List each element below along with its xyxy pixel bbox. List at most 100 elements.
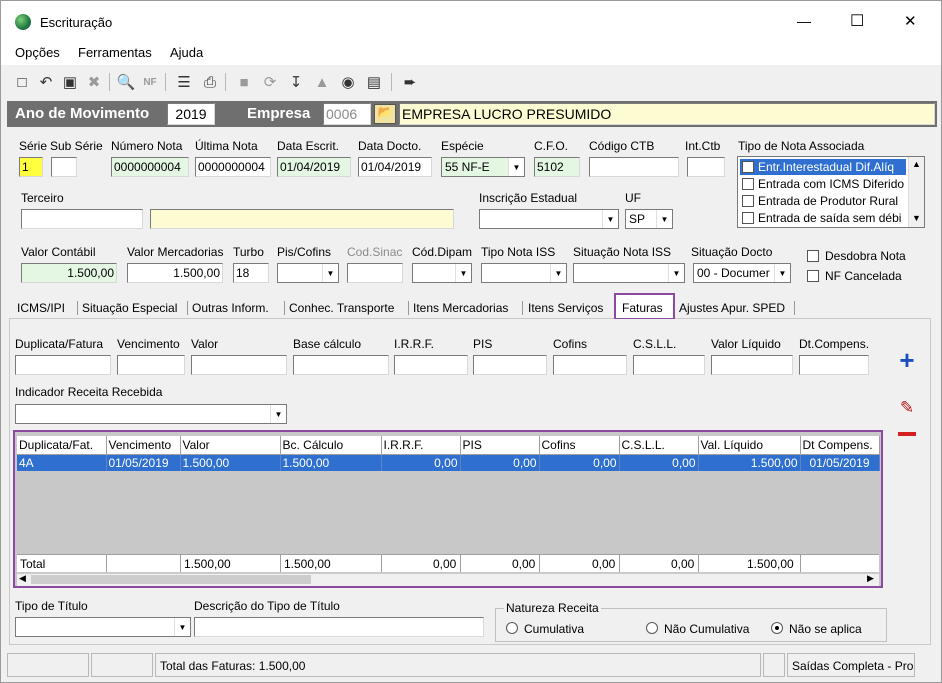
chevron-down-icon[interactable]: ▼ [322,264,338,282]
chevron-down-icon[interactable]: ▼ [602,210,618,228]
col-header[interactable]: Vencimento [106,436,181,455]
chevron-down-icon[interactable]: ▼ [270,405,286,423]
money-bag-icon[interactable]: ◉ [337,71,359,93]
pis-input[interactable] [473,355,547,375]
vencimento-input[interactable] [117,355,185,375]
edit-pencil-icon[interactable]: ✎ [894,397,920,419]
data-docto-input[interactable]: 01/04/2019 [358,157,432,177]
inscricao-select[interactable]: ▼ [479,209,619,229]
minimize-button[interactable]: — [797,13,811,29]
situacao-docto-select[interactable]: 00 - Documer ▼ [693,263,791,283]
col-header[interactable]: Val. Líquido [698,436,801,455]
checkbox[interactable] [742,212,754,224]
undo-icon[interactable]: ↶ [35,71,57,93]
nf-cancelada-checkbox[interactable] [807,270,819,282]
tree-gray-icon[interactable]: ▲ [311,71,333,93]
tab-faturas[interactable]: Faturas [622,298,663,318]
scroll-down-icon[interactable]: ▼ [912,213,921,223]
tipo-nota-iss-select[interactable]: ▼ [481,263,567,283]
save-icon[interactable]: ▣ [59,71,81,93]
radio-nao-cumulativa[interactable] [646,622,658,634]
faturas-grid[interactable]: Duplicata/Fat. Vencimento Valor Bc. Cálc… [17,436,880,471]
tipo-nota-assoc-list[interactable]: Entr.Interestadual Dif.Alíq Entrada com … [737,156,925,228]
scroll-left-icon[interactable]: ◀ [19,573,26,584]
chevron-down-icon[interactable]: ▼ [774,264,790,282]
print-icon[interactable]: ⎙ [199,71,221,93]
chevron-down-icon[interactable]: ▼ [455,264,471,282]
preview-icon[interactable]: 🔍 [115,71,137,93]
csll-input[interactable] [633,355,705,375]
base-calculo-input[interactable] [293,355,389,375]
valor-input[interactable] [191,355,287,375]
tab-situacao-especial[interactable]: Situação Especial [82,298,177,318]
irrf-input[interactable] [394,355,468,375]
empresa-code-input[interactable]: 0006 [323,103,371,125]
col-header[interactable]: PIS [460,436,540,455]
maximize-button[interactable]: ☐ [850,11,864,31]
col-header[interactable]: C.S.L.L. [619,436,699,455]
pis-cofins-select[interactable]: ▼ [277,263,339,283]
scroll-right-icon[interactable]: ▶ [867,573,874,584]
desc-tipo-titulo-input[interactable] [194,617,484,637]
table-row[interactable]: 4A 01/05/2019 1.500,00 1.500,00 0,00 0,0… [17,454,880,471]
tab-conhec-transporte[interactable]: Conhec. Transporte [289,298,394,318]
chevron-down-icon[interactable]: ▼ [174,618,190,636]
open-folder-icon[interactable]: ■ [233,71,255,93]
desdobra-checkbox[interactable] [807,250,819,262]
exit-icon[interactable]: ➨ [399,71,421,93]
menu-ferramentas[interactable]: Ferramentas [78,45,152,60]
situacao-iss-select[interactable]: ▼ [573,263,685,283]
valor-liquido-input[interactable] [711,355,793,375]
chevron-down-icon[interactable]: ▼ [508,158,524,176]
open-folder-icon[interactable]: 📂 [374,104,396,124]
tipo-titulo-select[interactable]: ▼ [15,617,191,637]
subserie-input[interactable] [51,157,77,177]
turbo-input[interactable]: 18 [233,263,269,283]
chevron-down-icon[interactable]: ▼ [550,264,566,282]
menu-opcoes[interactable]: Opções [15,45,60,60]
chevron-down-icon[interactable]: ▼ [668,264,684,282]
delete-minus-icon[interactable] [894,424,920,444]
especie-select[interactable]: 55 NF-E ▼ [441,157,525,177]
cofins-input[interactable] [553,355,627,375]
register-icon[interactable]: ▤ [363,71,385,93]
col-header[interactable]: Cofins [539,436,620,455]
tree-icon[interactable]: ☰ [173,71,195,93]
cod-dipam-select[interactable]: ▼ [412,263,472,283]
col-header[interactable]: Bc. Cálculo [280,436,382,455]
col-header[interactable]: Duplicata/Fat. [17,436,107,455]
uf-select[interactable]: SP ▼ [625,209,673,229]
tab-itens-mercadorias[interactable]: Itens Mercadorias [413,298,508,318]
chevron-down-icon[interactable]: ▼ [656,210,672,228]
dt-compens-input[interactable] [799,355,869,375]
menu-ajuda[interactable]: Ajuda [170,45,203,60]
tab-outras-inform[interactable]: Outras Inform. [192,298,269,318]
tab-itens-servicos[interactable]: Itens Serviços [528,298,603,318]
checkbox[interactable] [742,195,754,207]
valor-merc-input[interactable]: 1.500,00 [127,263,223,283]
scroll-up-icon[interactable]: ▲ [912,159,921,169]
nfe-icon[interactable]: NF [139,71,161,93]
checkbox[interactable] [742,161,754,173]
import-icon[interactable]: ↧ [285,71,307,93]
tab-icms-ipi[interactable]: ICMS/IPI [17,298,65,318]
close-button[interactable]: ✕ [904,12,917,30]
tab-ajustes-apur-sped[interactable]: Ajustes Apur. SPED [679,298,785,318]
cfo-input[interactable]: 5102 [534,157,580,177]
scroll-thumb[interactable] [31,575,311,584]
col-header[interactable]: Dt Compens. [800,436,880,455]
radio-nao-se-aplica[interactable] [771,622,783,634]
int-ctb-input[interactable] [687,157,725,177]
new-document-icon[interactable]: □ [11,71,33,93]
codigo-ctb-input[interactable] [589,157,679,177]
checkbox[interactable] [742,178,754,190]
valor-contabil-input[interactable]: 1.500,00 [21,263,117,283]
duplicata-input[interactable] [15,355,111,375]
col-header[interactable]: I.R.R.F. [381,436,461,455]
serie-input[interactable]: 1 [19,157,43,177]
delete-icon[interactable]: ✖ [83,71,105,93]
terceiro-code-input[interactable] [21,209,143,229]
radio-cumulativa[interactable] [506,622,518,634]
ano-input[interactable]: 2019 [167,103,215,125]
numero-nota-input[interactable]: 0000000004 [111,157,189,177]
